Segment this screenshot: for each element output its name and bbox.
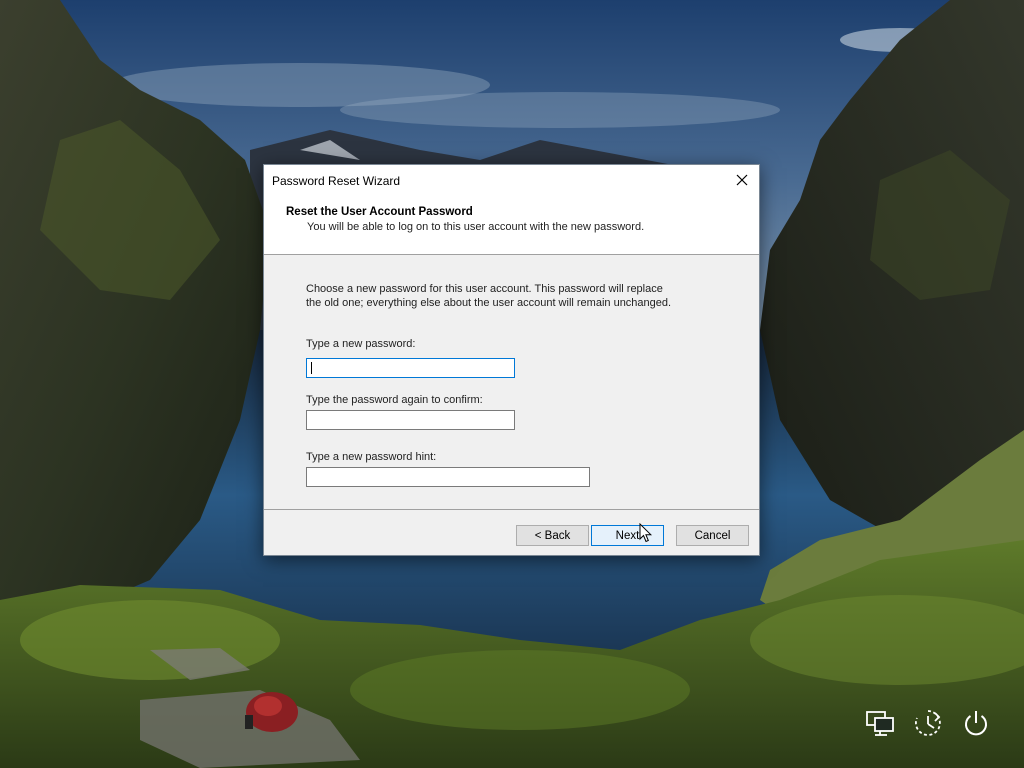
ease-of-access-button[interactable] [912,707,944,739]
cancel-button[interactable]: Cancel [676,525,749,546]
next-button[interactable]: Next [591,525,664,546]
dialog-titlebar[interactable]: Password Reset Wizard [264,165,759,195]
close-icon [736,174,748,186]
power-icon [965,711,987,736]
description-line: Choose a new password for this user acco… [306,283,663,295]
confirm-password-label: Type the password again to confirm: [306,394,483,406]
new-password-label: Type a new password: [306,338,416,350]
description-line: the old one; everything else about the u… [306,297,672,309]
wizard-step-title: Reset the User Account Password [286,206,473,218]
wizard-description: Choose a new password for this user acco… [306,282,706,310]
back-button-label: < Back [534,529,571,542]
lock-screen: Password Reset Wizard Reset the User Acc… [0,0,1024,768]
password-hint-label: Type a new password hint: [306,451,437,463]
ease-of-access-icon [915,710,941,736]
network-icon [866,711,894,736]
new-password-field[interactable] [306,358,515,378]
power-button[interactable] [960,707,992,739]
wizard-step-subtitle: You will be able to log on to this user … [307,221,645,233]
close-button[interactable] [725,165,759,195]
footer-divider [264,509,759,510]
dialog-title: Password Reset Wizard [272,174,401,188]
text-caret [311,362,312,374]
wizard-header: Reset the User Account Password You will… [264,195,759,255]
password-hint-field[interactable] [306,467,590,487]
network-button[interactable] [864,707,896,739]
cancel-button-label: Cancel [694,529,731,542]
password-reset-wizard-dialog: Password Reset Wizard Reset the User Acc… [263,164,760,556]
confirm-password-field[interactable] [306,410,515,430]
next-button-label: Next [615,529,640,542]
back-button[interactable]: < Back [516,525,589,546]
